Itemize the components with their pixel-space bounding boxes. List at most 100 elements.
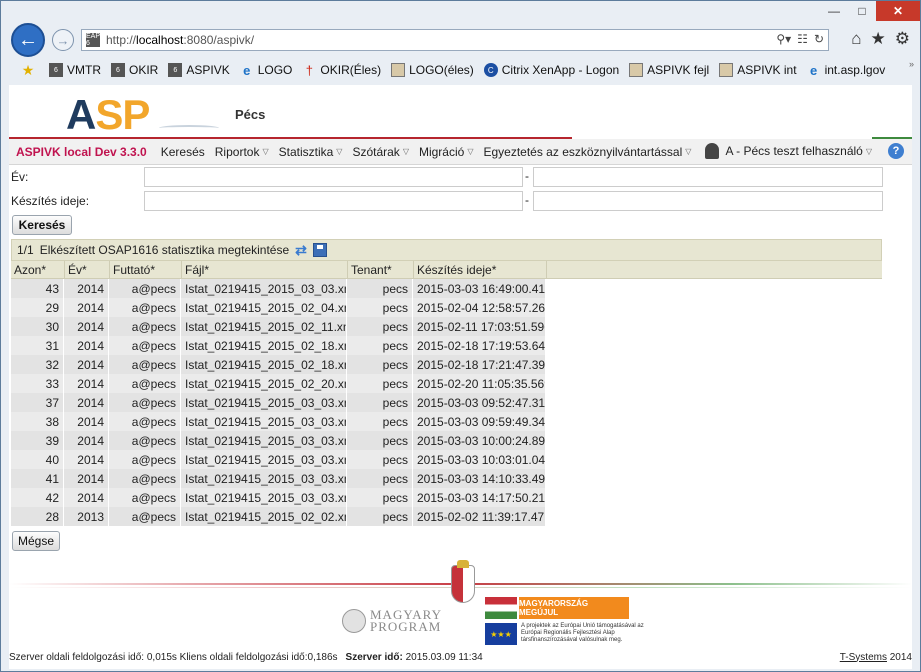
asp-logo: ASP [66,91,150,138]
user-menu[interactable]: A - Pécs teszt felhasználó ▽ ? [705,143,904,159]
table-cell: 2014 [64,450,109,469]
eap-icon: 6 [49,63,63,77]
table-cell: a@pecs [109,355,181,374]
magyary-program-logo: MAGYARY PROGRAM [342,608,442,633]
column-header[interactable]: Futtató* [110,261,182,278]
save-icon[interactable] [312,243,327,257]
menu-bar: ASPIVK local Dev 3.3.0 Keresés Riportok ▽ S… [9,139,912,165]
home-icon[interactable]: ⌂ [851,29,861,49]
menu-item[interactable]: Egyeztetés az eszköznyilvántartással ▽ [483,145,691,159]
table-cell: Istat_0219415_2015_02_18.xml [181,355,347,374]
favorite-item[interactable]: ★ [21,62,39,78]
table-cell: 28 [11,507,64,526]
search-button[interactable]: Keresés [12,215,72,235]
table-cell: a@pecs [109,298,181,317]
table-cell: pecs [347,469,413,488]
navigation-bar: ← → EAP 6 http://localhost:8080/aspivk/ … [1,21,920,57]
created-from-input[interactable] [144,191,523,211]
column-header[interactable]: Azon* [11,261,65,278]
ie-icon: e [809,62,818,78]
eap-icon: 6 [168,63,183,77]
logo-swoosh [159,125,219,131]
table-cell: 2014 [64,336,109,355]
favorite-label: OKIR(Éles) [320,63,382,77]
eu-flag-icon: ★★★ [485,623,517,645]
favorite-item[interactable]: LOGO(éles) [391,63,474,77]
favorites-star-icon[interactable]: ★ [871,29,886,49]
table-cell: pecs [347,374,413,393]
range-dash: - [525,193,529,207]
table-cell: Istat_0219415_2015_03_03.xml [181,431,347,450]
table-cell: 2015-03-03 09:52:47.316 [413,393,546,412]
eap-icon: 6 [111,63,125,77]
tsystems-link[interactable]: T-Systems [840,652,887,663]
address-bar[interactable]: EAP 6 http://localhost:8080/aspivk/ ⚲▾ ☷… [81,29,829,51]
column-header[interactable]: Készítés ideje* [414,261,547,278]
search-icon[interactable]: ⚲▾ [776,32,791,46]
created-to-input[interactable] [533,191,883,211]
table-cell: pecs [347,336,413,355]
table-cell: 2015-02-20 11:05:35.569 [413,374,546,393]
compat-view-icon[interactable]: ☷ [797,32,808,46]
help-icon[interactable]: ? [888,143,904,159]
favorite-item[interactable]: C Citrix XenApp - Logon [483,63,619,77]
favorite-item[interactable]: 6 OKIR [111,63,158,77]
minimize-icon[interactable]: — [820,1,848,21]
year-from-input[interactable] [144,167,523,187]
table-cell: a@pecs [109,374,181,393]
favorite-label: ASPIVK fejl [647,63,710,77]
refresh-page-icon[interactable]: ↻ [814,32,824,46]
column-header[interactable]: Év* [65,261,110,278]
maximize-icon[interactable]: □ [848,1,876,21]
table-cell: Istat_0219415_2015_02_04.xml [181,298,347,317]
browser-window: — □ ✕ ← → EAP 6 http://localhost:8080/as… [0,0,921,672]
table-cell: a@pecs [109,336,181,355]
menu-item[interactable]: Riportok ▽ [215,145,269,159]
forward-arrow-icon[interactable]: → [52,29,74,51]
chevron-down-icon: ▽ [262,147,269,156]
favorite-item[interactable]: e LOGO [240,63,292,78]
favorite-item[interactable]: 6 ASPIVK [168,63,230,77]
favorite-item[interactable]: 6 VMTR [49,63,101,77]
favorite-item[interactable]: e int.asp.lgov [807,62,885,78]
table-cell: 2014 [64,298,109,317]
menu-item[interactable]: Migráció ▽ [419,145,474,159]
back-arrow-icon[interactable]: ← [11,23,45,57]
gear-icon[interactable]: ⚙ [895,29,910,49]
created-row: Készítés ideje: - [9,189,912,213]
web-page: ASP Pécs ASPIVK local Dev 3.3.0 Keresés R… [9,85,912,669]
menu-item[interactable]: Statisztika ▽ [279,145,343,159]
favorite-label: LOGO(éles) [409,63,474,77]
table-cell: pecs [347,317,413,336]
table-cell: a@pecs [109,488,181,507]
column-header[interactable]: Tenant* [348,261,414,278]
created-label: Készítés ideje: [11,194,90,208]
favorite-item[interactable]: † OKIR(Éles) [302,63,382,78]
table-cell: a@pecs [109,279,181,298]
favorites-scroll-icon[interactable]: » [909,59,914,69]
refresh-icon[interactable]: ⇄ [295,242,307,259]
table-cell: Istat_0219415_2015_02_20.xml [181,374,347,393]
status-bar: Szerver oldali feldolgozási idő: 0,015s … [9,647,912,667]
user-icon [705,143,720,159]
close-icon[interactable]: ✕ [876,1,920,21]
city-name: Pécs [235,107,266,122]
table-cell: pecs [347,393,413,412]
menu-item[interactable]: Szótárak ▽ [352,145,409,159]
hungarian-flag-icon [485,597,517,619]
tsystems-credit: T-Systems 2014 [839,651,912,663]
server-clock: Szerver idő: 2015.03.09 11:34 [345,651,483,663]
cancel-button[interactable]: Mégse [12,531,60,551]
table-cell: pecs [347,450,413,469]
chevron-down-icon: ▽ [402,147,409,156]
favorite-item[interactable]: ASPIVK int [719,63,797,77]
table-cell: a@pecs [109,412,181,431]
picture-icon [629,63,644,77]
menu-item[interactable]: Keresés [161,145,205,159]
table-cell: 31 [11,336,64,355]
app-brand[interactable]: ASPIVK local Dev 3.3.0 [16,145,147,159]
favorite-item[interactable]: ASPIVK fejl [629,63,709,77]
column-header[interactable]: Fájl* [182,261,348,278]
table-cell: a@pecs [109,431,181,450]
year-to-input[interactable] [533,167,883,187]
